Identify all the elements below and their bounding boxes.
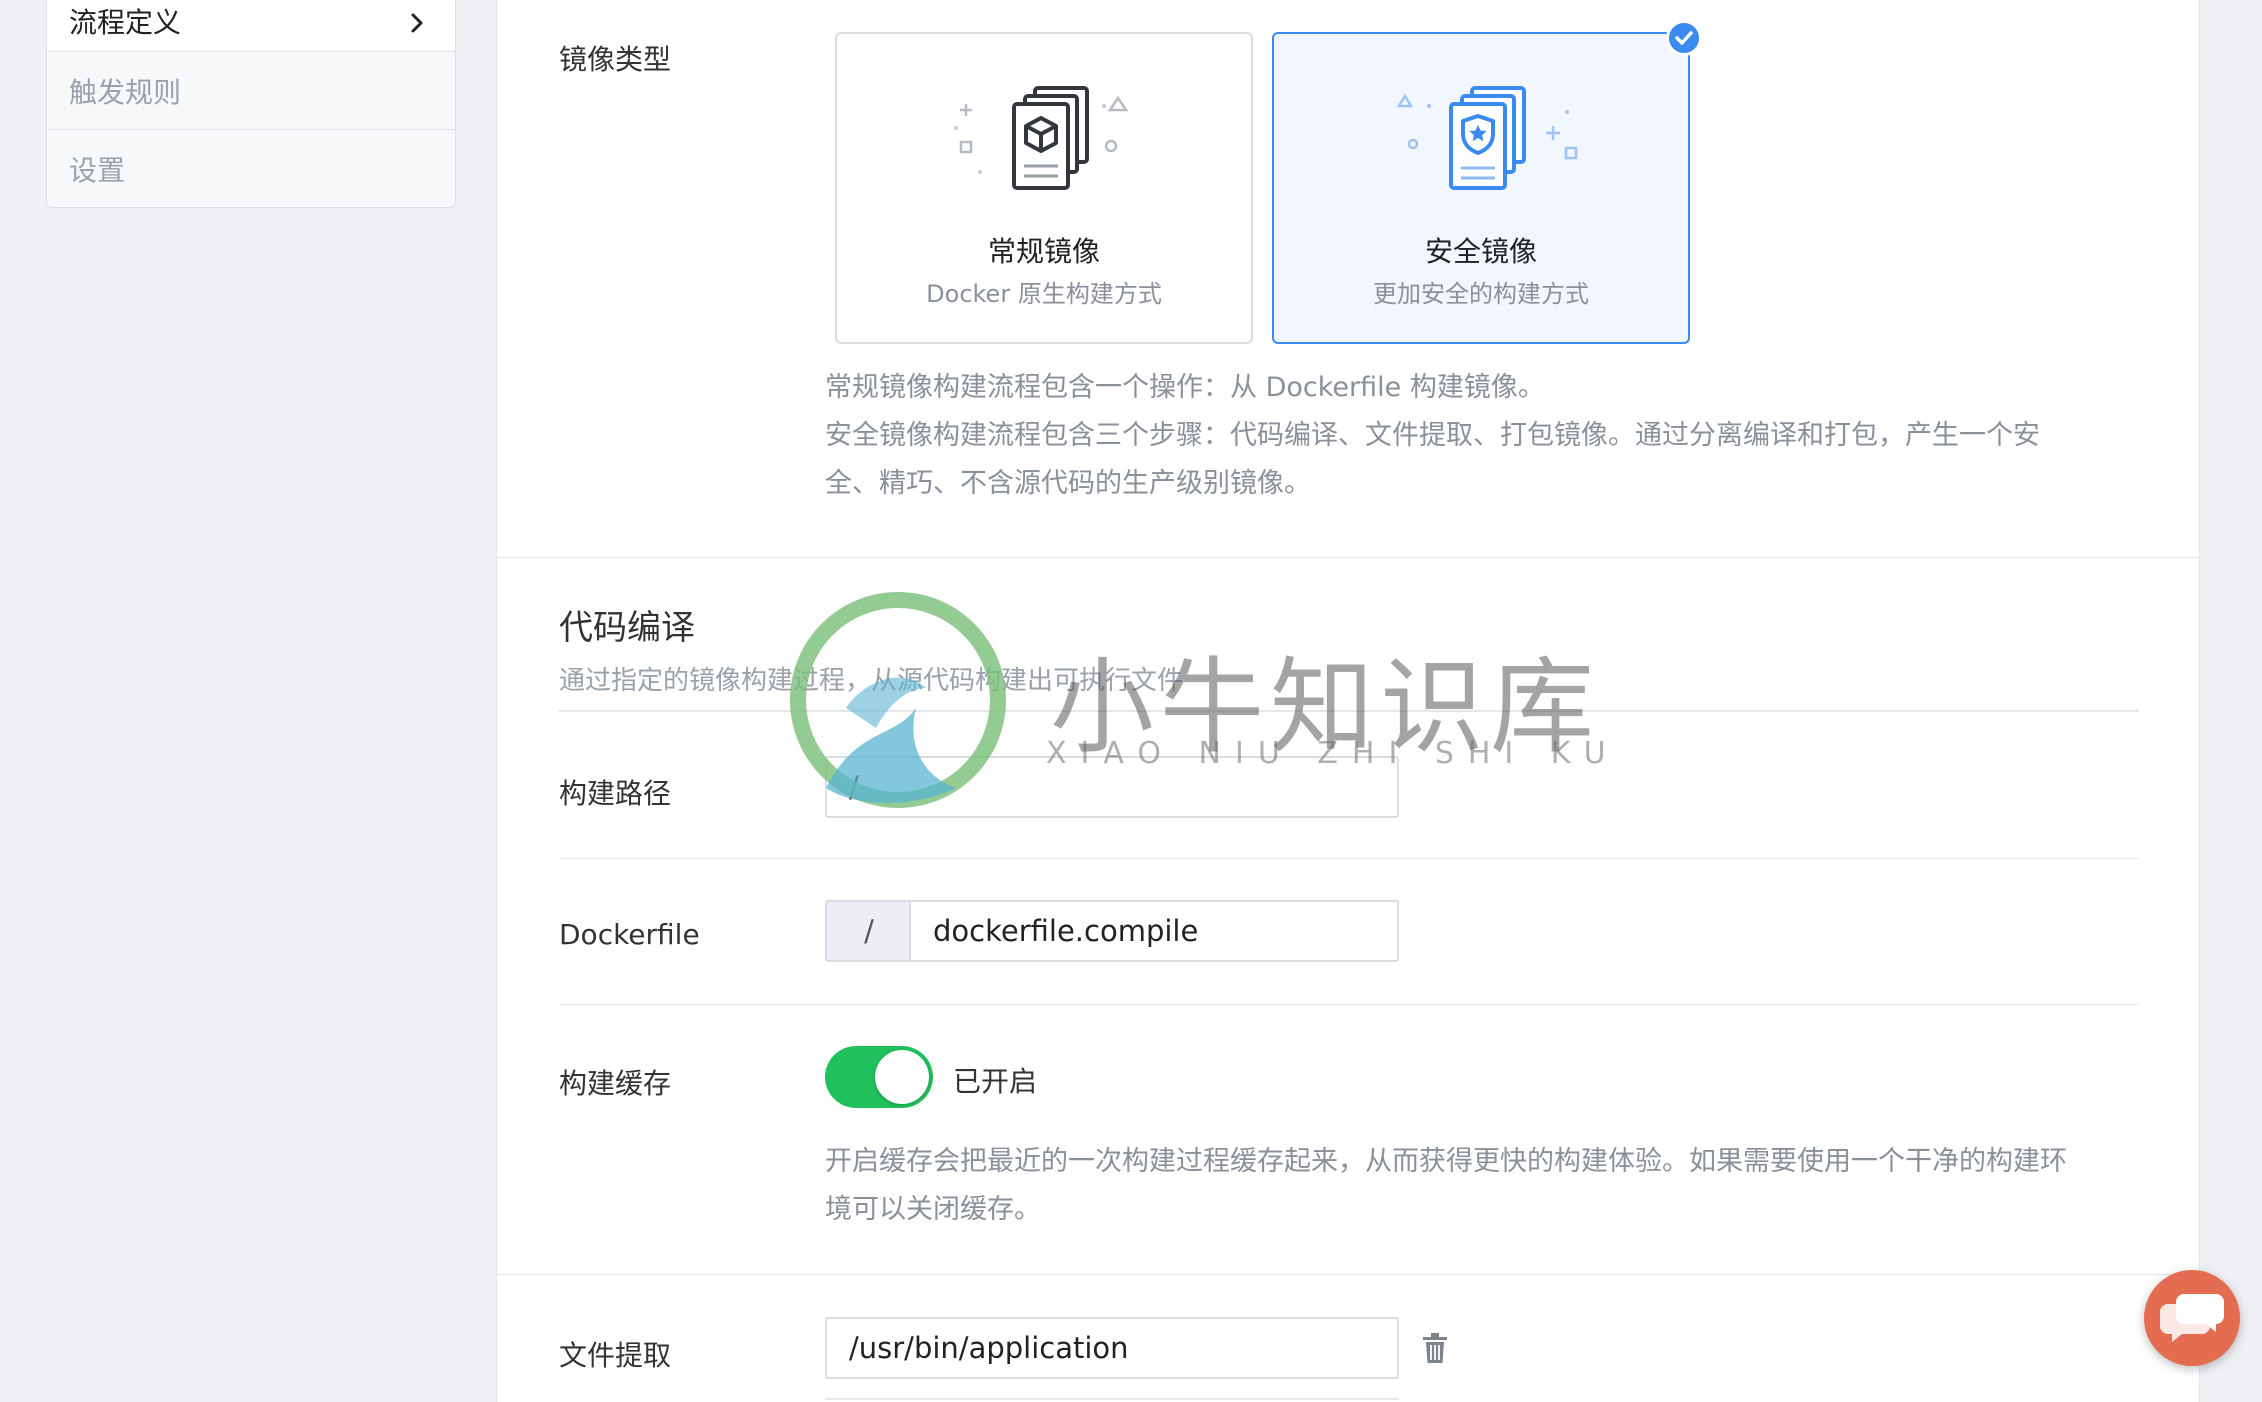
shield-document-stack-icon [1396, 86, 1578, 190]
image-type-help-3: 全、精巧、不含源代码的生产级别镜像。 [825, 468, 1311, 499]
sidebar-item-triggers[interactable]: 触发规则 [47, 52, 455, 130]
build-cache-help-1: 开启缓存会把最近的一次构建过程缓存起来，从而获得更快的构建体验。如果需要使用一个… [825, 1146, 2067, 1177]
card-subtitle: Docker 原生构建方式 [926, 280, 1162, 308]
sidebar-item-label: 触发规则 [69, 75, 182, 109]
build-cache-toggle[interactable] [825, 1046, 933, 1108]
section-title-compile: 代码编译 [559, 608, 695, 648]
build-cache-help-2: 境可以关闭缓存。 [825, 1194, 1041, 1225]
next-input-edge [825, 1398, 1399, 1400]
row-divider [559, 858, 2139, 859]
card-subtitle: 更加安全的构建方式 [1373, 280, 1589, 308]
dockerfile-path-prefix: / [825, 900, 911, 962]
chevron-right-icon [411, 13, 423, 33]
selected-check-icon [1666, 20, 1702, 56]
dockerfile-input[interactable]: dockerfile.compile [909, 900, 1399, 962]
image-type-help-1: 常规镜像构建流程包含一个操作：从 Dockerfile 构建镜像。 [825, 372, 1545, 403]
toggle-knob [875, 1050, 929, 1104]
sidebar: 流程定义 触发规则 设置 [46, 0, 456, 208]
file-extract-input[interactable]: /usr/bin/application [825, 1317, 1399, 1379]
chat-button[interactable] [2144, 1270, 2240, 1366]
section-divider [497, 1274, 2199, 1275]
sidebar-item-label: 设置 [69, 154, 126, 187]
card-title: 常规镜像 [987, 235, 1100, 268]
image-type-label: 镜像类型 [559, 43, 672, 76]
file-extract-label: 文件提取 [559, 1339, 672, 1372]
watermark-subtext: XIAO NIU ZHI SHI KU [1046, 736, 1620, 771]
build-path-label: 构建路径 [559, 777, 672, 810]
trash-icon[interactable] [1421, 1333, 1449, 1365]
row-divider [559, 1004, 2139, 1005]
card-title: 安全镜像 [1424, 235, 1537, 268]
image-type-card-secure[interactable]: 安全镜像 更加安全的构建方式 [1272, 20, 1702, 344]
file-extract-value: /usr/bin/application [849, 1331, 1129, 1365]
dockerfile-label: Dockerfile [559, 918, 700, 951]
sidebar-item-settings[interactable]: 设置 [47, 130, 455, 208]
image-type-help-2: 安全镜像构建流程包含三个步骤：代码编译、文件提取、打包镜像。通过分离编译和打包，… [825, 420, 2040, 451]
sidebar-item-label: 流程定义 [69, 6, 182, 39]
build-cache-state: 已开启 [953, 1065, 1038, 1098]
dockerfile-value: dockerfile.compile [933, 914, 1199, 948]
watermark-logo-icon [790, 592, 1006, 808]
chat-bubbles-icon [2160, 1294, 2224, 1342]
section-divider [497, 557, 2199, 558]
build-cache-label: 构建缓存 [559, 1067, 672, 1100]
image-type-card-regular[interactable]: 常规镜像 Docker 原生构建方式 [835, 32, 1253, 344]
sidebar-item-pipeline[interactable]: 流程定义 [47, 0, 455, 52]
cube-document-stack-icon [954, 86, 1129, 190]
